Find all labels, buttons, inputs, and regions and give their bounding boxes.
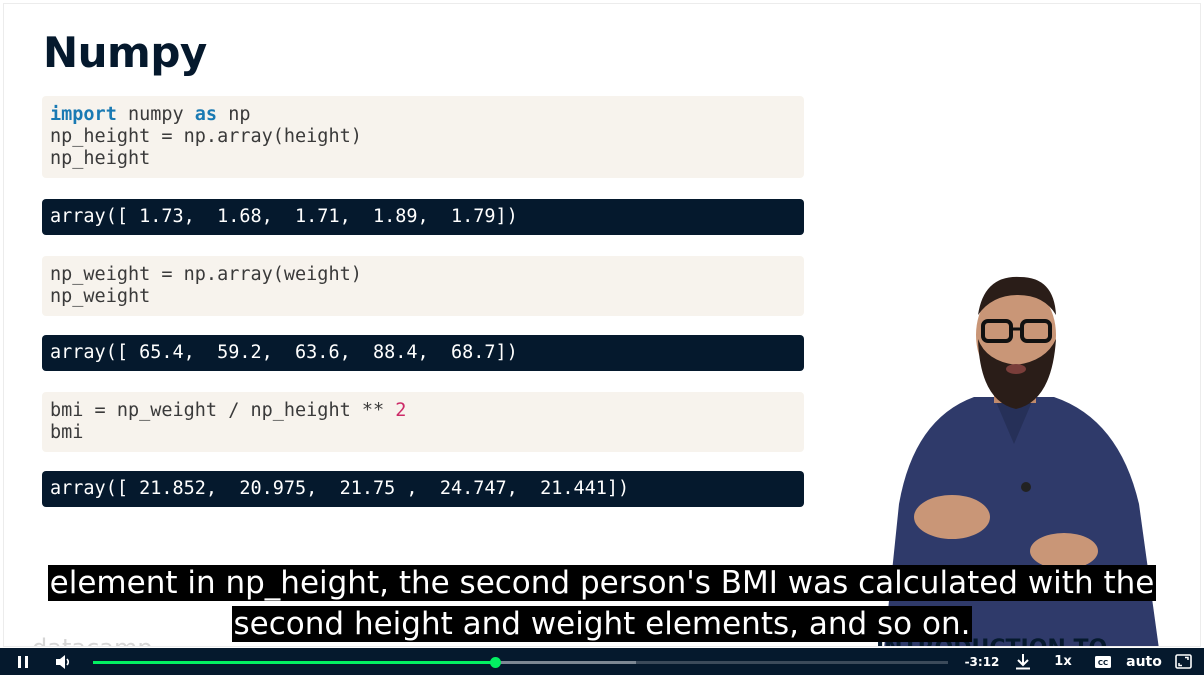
code-output-cell: array([ 1.73, 1.68, 1.71, 1.89, 1.79])	[42, 199, 804, 235]
code-line: np_height	[50, 148, 796, 170]
code-token: np_weight	[50, 286, 151, 307]
time-remaining: -3:12	[964, 654, 1000, 669]
code-line: bmi = np_weight / np_height ** 2	[50, 400, 796, 422]
code-token: array([ 1.73, 1.68, 1.71, 1.89, 1.79])	[50, 206, 518, 227]
subtitle-line-1: element in np_height, the second person'…	[0, 563, 1204, 603]
subtitle-text-1: element in np_height, the second person'…	[47, 565, 1157, 601]
download-icon	[1016, 654, 1030, 670]
code-token: np_height = np.array(height)	[50, 126, 362, 147]
code-token: bmi = np_weight / np_height **	[50, 400, 396, 421]
code-output-cell: array([ 65.4, 59.2, 63.6, 88.4, 68.7])	[42, 335, 804, 371]
code-token: array([ 21.852, 20.975, 21.75 , 24.747, …	[50, 478, 630, 499]
code-line: array([ 1.73, 1.68, 1.71, 1.89, 1.79])	[50, 206, 796, 228]
code-number: 2	[395, 400, 407, 421]
code-line: array([ 65.4, 59.2, 63.6, 88.4, 68.7])	[50, 342, 796, 364]
slide: Numpy import numpy as np np_height = np.a…	[3, 3, 1201, 647]
fullscreen-icon	[1174, 654, 1192, 669]
video-controls: -3:12 1x CC auto	[0, 648, 1204, 675]
code-line: bmi	[50, 422, 796, 444]
code-input-cell: import numpy as np np_height = np.array(h…	[42, 96, 804, 178]
progress-bar	[93, 661, 495, 664]
code-token: np	[217, 104, 251, 125]
volume-button[interactable]	[50, 648, 76, 675]
code-keyword: import	[50, 104, 117, 125]
code-line: np_height = np.array(height)	[50, 126, 796, 148]
code-line: array([ 21.852, 20.975, 21.75 , 24.747, …	[50, 478, 796, 500]
seek-handle[interactable]	[489, 657, 501, 668]
code-output-cell: array([ 21.852, 20.975, 21.75 , 24.747, …	[42, 471, 804, 507]
captions-button[interactable]: CC	[1092, 648, 1114, 675]
code-token: np_weight = np.array(weight)	[50, 264, 362, 285]
quality-button[interactable]: auto	[1124, 648, 1164, 675]
download-button[interactable]	[1012, 648, 1034, 675]
code-input-cell: np_weight = np.array(weight) np_weight	[42, 256, 804, 316]
svg-text:CC: CC	[1098, 659, 1108, 667]
fullscreen-button[interactable]	[1172, 648, 1194, 675]
captions-icon: CC	[1095, 655, 1111, 668]
pause-button[interactable]	[10, 648, 36, 675]
code-keyword: as	[194, 104, 218, 125]
subtitle-line-2: second height and weight elements, and s…	[0, 604, 1204, 644]
code-input-cell: bmi = np_weight / np_height ** 2 bmi	[42, 392, 804, 452]
slide-title: Numpy	[43, 28, 207, 77]
code-token: bmi	[50, 422, 84, 443]
code-token: numpy	[116, 104, 195, 125]
code-line: np_weight = np.array(weight)	[50, 264, 796, 286]
code-line: import numpy as np	[50, 104, 796, 126]
volume-icon	[56, 654, 70, 669]
pause-icon	[18, 655, 28, 668]
subtitle-text-2: second height and weight elements, and s…	[231, 606, 973, 642]
code-token: array([ 65.4, 59.2, 63.6, 88.4, 68.7])	[50, 342, 518, 363]
code-line: np_weight	[50, 286, 796, 308]
seek-bar[interactable]	[93, 657, 948, 668]
playback-speed-button[interactable]: 1x	[1050, 648, 1076, 675]
code-token: np_height	[50, 148, 151, 169]
